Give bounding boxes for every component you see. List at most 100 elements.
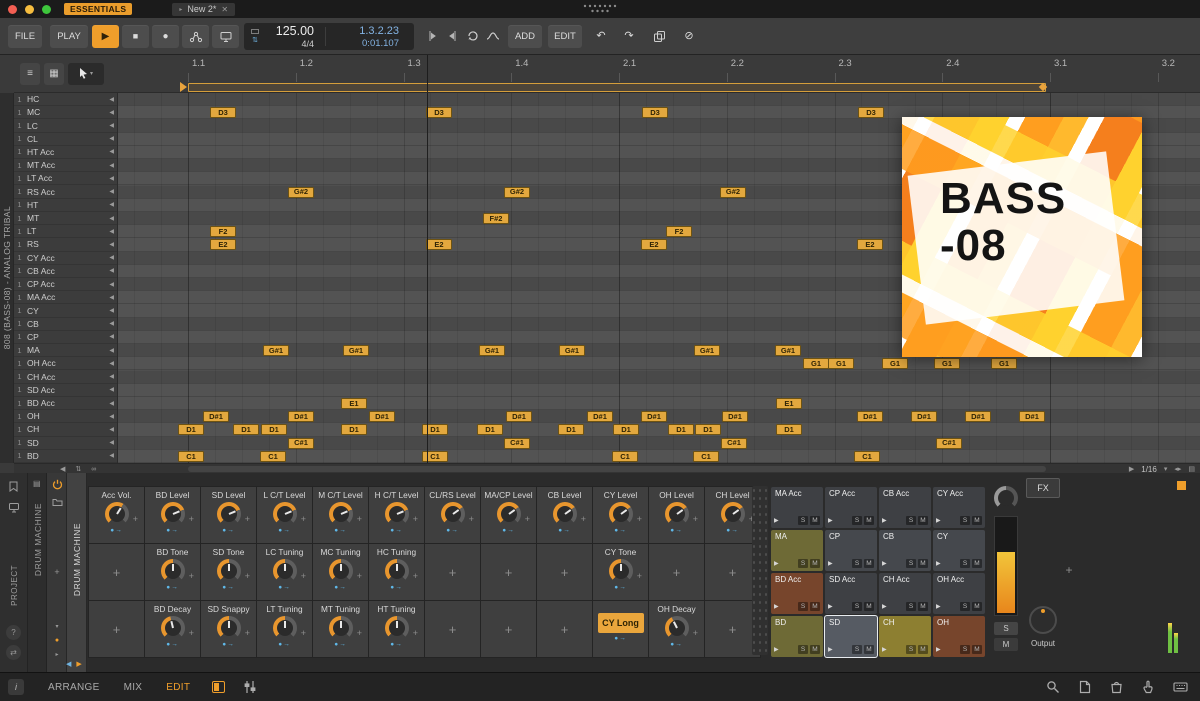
pad-mute-button[interactable]: M <box>864 602 874 611</box>
file-menu-button[interactable]: FILE <box>8 25 42 48</box>
speaker-icon[interactable]: ◀ <box>109 307 117 314</box>
project-tab[interactable]: ▸ New 2* ✕ <box>172 2 236 16</box>
add-macro-button[interactable]: + <box>537 544 592 600</box>
pad-play-icon[interactable]: ▶ <box>882 603 904 610</box>
play-button[interactable]: ▶ <box>92 25 119 48</box>
automation-follow-button[interactable] <box>182 25 209 48</box>
midi-note[interactable]: C#1 <box>504 437 530 449</box>
device-nav-icon[interactable]: ▸ <box>50 647 64 661</box>
pad-oh[interactable]: OH ▶ S M <box>933 616 985 657</box>
pad-play-icon[interactable]: ▶ <box>774 560 796 567</box>
track-row[interactable]: 1 BD Acc ◀ <box>14 397 117 411</box>
track-row[interactable]: 1 CB Acc ◀ <box>14 265 117 278</box>
fx-chain-slot[interactable]: FX <box>1026 478 1060 498</box>
mute-button[interactable]: M <box>994 638 1018 651</box>
knob-lc-tuning[interactable] <box>272 559 297 583</box>
add-track-button[interactable]: ADD <box>508 25 542 48</box>
midi-note[interactable]: E2 <box>641 239 667 251</box>
midi-note[interactable]: D3 <box>426 107 452 119</box>
arranger-automation-icon[interactable] <box>484 28 502 44</box>
midi-note[interactable]: G1 <box>828 358 854 370</box>
add-macro-button[interactable]: + <box>481 544 536 600</box>
speaker-icon[interactable]: ◀ <box>109 122 117 129</box>
track-row[interactable]: 1 SD Acc ◀ <box>14 384 117 397</box>
knob-h-c-t-level[interactable] <box>384 502 409 526</box>
midi-note[interactable]: D#1 <box>965 411 991 423</box>
speaker-icon[interactable]: ◀ <box>109 373 117 380</box>
add-macro-button[interactable]: + <box>89 601 144 657</box>
pad-solo-button[interactable]: S <box>960 602 970 611</box>
track-row[interactable]: 1 MT ◀ <box>14 212 117 226</box>
knob-sd-tone[interactable] <box>216 559 241 583</box>
speaker-icon[interactable]: ◀ <box>109 228 117 235</box>
pad-solo-button[interactable]: S <box>852 645 862 654</box>
pad-play-icon[interactable]: ▶ <box>774 603 796 610</box>
midi-note[interactable]: D1 <box>558 424 584 436</box>
page-left-icon[interactable]: ◀ <box>66 660 71 668</box>
speaker-icon[interactable]: ◀ <box>109 109 117 116</box>
midi-note[interactable]: G#1 <box>559 345 585 357</box>
punch-out-icon[interactable] <box>443 28 461 44</box>
knob-bd-tone[interactable] <box>160 559 185 583</box>
add-macro-button[interactable]: + <box>425 544 480 600</box>
speaker-icon[interactable]: ◀ <box>109 347 117 354</box>
knob-cl-rs-level[interactable] <box>440 502 465 526</box>
redo-button[interactable]: ↷ <box>618 25 640 48</box>
project-panel-label[interactable]: PROJECT <box>10 565 19 606</box>
speaker-icon[interactable]: ◀ <box>109 386 117 393</box>
pad-play-icon[interactable]: ▶ <box>882 517 904 524</box>
midi-note[interactable]: D#1 <box>641 411 667 423</box>
pad-oh-acc[interactable]: OH Acc ▶ S M <box>933 573 985 614</box>
pad-mute-button[interactable]: M <box>972 516 982 525</box>
midi-note[interactable]: D1 <box>341 424 367 436</box>
search-icon[interactable] <box>1046 680 1060 694</box>
midi-note[interactable]: G#1 <box>694 345 720 357</box>
midi-note[interactable]: D#1 <box>1019 411 1045 423</box>
midi-note[interactable]: D#1 <box>506 411 532 423</box>
add-modulator-slot-button[interactable]: + <box>50 565 64 579</box>
fullscreen-window-button[interactable] <box>42 4 51 14</box>
pad-play-icon[interactable]: ▶ <box>828 646 850 653</box>
timeline-ruler[interactable]: 1.1 1.2 1.3 1.4 2.1 2.2 2.3 2.4 3.1 3.2 <box>118 55 1200 93</box>
pad-mute-button[interactable]: M <box>918 602 928 611</box>
midi-note[interactable]: D1 <box>695 424 721 436</box>
midi-note[interactable]: G#2 <box>504 186 530 198</box>
midi-note[interactable]: G1 <box>991 358 1017 370</box>
pad-play-icon[interactable]: ▶ <box>936 560 958 567</box>
midi-note[interactable]: D1 <box>668 424 694 436</box>
pad-mute-button[interactable]: M <box>918 516 928 525</box>
pad-solo-button[interactable]: S <box>798 559 808 568</box>
cancel-button[interactable]: ⊘ <box>678 25 700 48</box>
pad-solo-button[interactable]: S <box>960 516 970 525</box>
midi-note[interactable]: F2 <box>666 226 692 238</box>
pad-cb-acc[interactable]: CB Acc ▶ S M <box>879 487 931 528</box>
bookmark-icon[interactable] <box>8 481 19 492</box>
track-row[interactable]: 1 RS Acc ◀ <box>14 186 117 199</box>
pad-cy-acc[interactable]: CY Acc ▶ S M <box>933 487 985 528</box>
pad-solo-button[interactable]: S <box>798 602 808 611</box>
pad-play-icon[interactable]: ▶ <box>774 517 796 524</box>
track-row[interactable]: 1 MT Acc ◀ <box>14 159 117 173</box>
midi-note[interactable]: C1 <box>612 450 638 462</box>
position-display[interactable]: 1.3.2.23 <box>331 25 399 37</box>
midi-note[interactable]: D1 <box>422 424 448 436</box>
midi-note[interactable]: G1 <box>934 358 960 370</box>
knob-cb-level[interactable] <box>552 502 577 526</box>
device-title-strip[interactable]: DRUM MACHINE <box>67 473 87 672</box>
knob-ht-tuning[interactable] <box>384 616 409 640</box>
speaker-icon[interactable]: ◀ <box>109 188 117 195</box>
pad-solo-button[interactable]: S <box>960 645 970 654</box>
track-row[interactable]: 1 HT Acc ◀ <box>14 146 117 160</box>
follow-playhead-icon[interactable]: ∞ <box>91 466 96 473</box>
tap-tempo-icon[interactable]: ⇅ <box>252 37 258 44</box>
pad-solo-button[interactable]: S <box>960 559 970 568</box>
speaker-icon[interactable]: ◀ <box>109 201 117 208</box>
knob-l-c-t-level[interactable] <box>272 502 297 526</box>
file-browser-icon[interactable] <box>1079 680 1091 694</box>
knob-hc-tuning[interactable] <box>384 559 409 583</box>
midi-note[interactable]: C#1 <box>288 437 314 449</box>
speaker-icon[interactable]: ◀ <box>109 162 117 169</box>
pad-play-icon[interactable]: ▶ <box>936 646 958 653</box>
add-macro-button[interactable]: + <box>89 544 144 600</box>
pad-play-icon[interactable]: ▶ <box>882 560 904 567</box>
